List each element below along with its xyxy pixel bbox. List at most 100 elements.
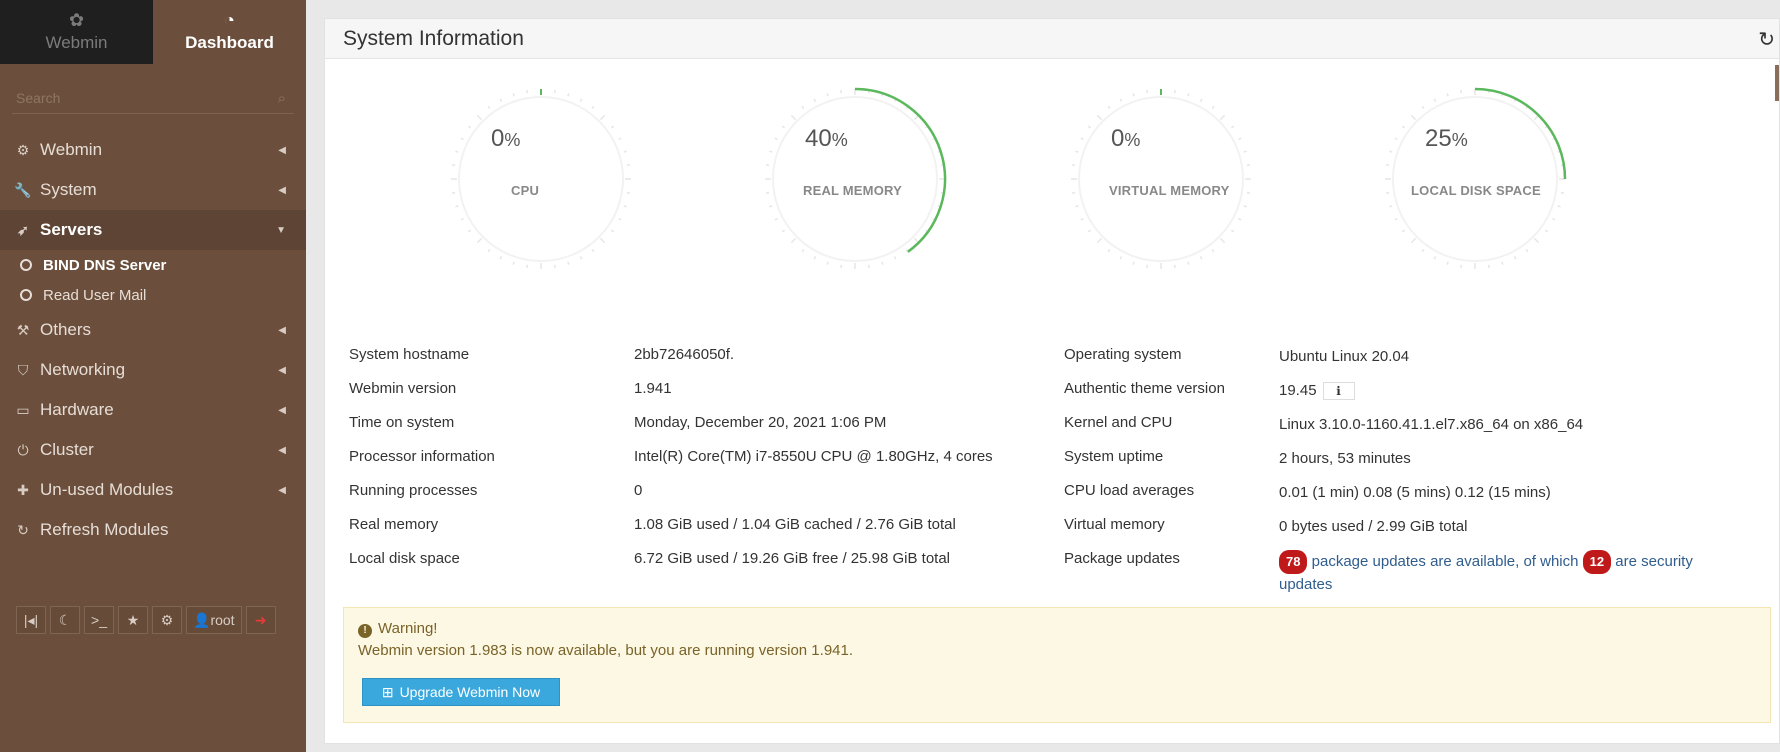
gauge-track [1392,96,1558,262]
gauge-virtual-memory: 0% VIRTUAL MEMORY [1061,79,1261,279]
sidebar-subitem-bind-dns[interactable]: BIND DNS Server [0,250,306,280]
gauge-tick [769,205,773,208]
logout-button[interactable]: ➜ [245,606,276,634]
security-count-badge: 12 [1582,550,1612,574]
gauge-tick [1238,137,1242,141]
search-input[interactable] [12,86,252,110]
gauge-tick [1087,125,1092,129]
gauge-tick [1501,261,1504,265]
gauge-track [772,96,938,262]
gauge-tick [801,105,805,110]
gauge-tick [1087,229,1092,233]
gauge-tick [1107,105,1111,110]
caret-left-icon: ◀ [278,364,286,376]
tab-dashboard-label: Dashboard [185,33,274,52]
gauge-tick [1096,237,1103,244]
upgrade-icon: ⊞ [381,683,394,700]
gauge-tick [499,98,503,102]
upgrade-webmin-button[interactable]: ⊞ Upgrade Webmin Now [362,678,560,706]
sidebar-item-cluster[interactable]: ⏻ Cluster ◀ [0,430,306,470]
gauge-tick [1080,217,1084,221]
gauge-value-number: 0 [1111,125,1125,152]
gauge-tick [1187,93,1190,97]
gauge-tick [610,229,615,233]
settings-button[interactable]: ⚙ [152,606,182,634]
warning-title-text: Warning! [378,620,438,637]
sidebar-item-networking[interactable]: ⛉ Networking ◀ [0,350,306,390]
gauge-tick [1243,205,1247,208]
info-row: Webmin version 1.941 Authentic theme ver… [349,380,1769,414]
webmin-logo-icon: ✿ [68,10,85,30]
terminal-button[interactable]: >_ [84,606,114,634]
refresh-icon[interactable]: ↻ [1758,27,1775,52]
theme-version: 19.45 [1279,382,1317,399]
sidebar-item-refresh-modules[interactable]: ↻ Refresh Modules [0,510,306,550]
user-button[interactable]: 👤 root [186,606,242,634]
info-row: Processor information Intel(R) Core(TM) … [349,448,1769,482]
search-icon[interactable]: ⌕ [278,90,286,107]
time-link[interactable]: Monday, December 20, 2021 1:06 PM [634,414,886,431]
gauge-tick [460,137,464,141]
gauge-tick [1230,229,1235,233]
caret-left-icon: ◀ [278,324,286,336]
gauge-tick [1080,137,1084,141]
sidebar-item-unused-modules[interactable]: ✚ Un-used Modules ◀ [0,470,306,510]
gauge-value-number: 25 [1425,125,1452,152]
info-circle-icon[interactable]: ℹ [1322,382,1355,400]
sidebar-item-servers[interactable]: ➶ Servers ▼ [0,210,306,250]
gauge-real-memory: 40% REAL MEMORY [755,79,955,279]
tab-webmin[interactable]: ✿ Webmin [0,0,153,64]
gauge-tick [512,93,515,97]
gauge-tick [1075,205,1079,208]
sidebar-bottom-toolbar: |◂| ☾ >_ ★ ⚙ 👤 root ➜ [16,606,276,634]
tab-dashboard[interactable]: ◔ Dashboard [153,0,306,64]
sidebar-item-others[interactable]: ⚒ Others ◀ [0,310,306,350]
gauge-tick [467,125,472,129]
info-value: 6.72 GiB used / 19.26 GiB free / 25.98 G… [634,550,951,567]
info-key: Running processes [349,482,478,499]
gauge-tick [1394,217,1398,221]
night-mode-button[interactable]: ☾ [50,606,80,634]
gauge-tick [455,150,459,153]
sidebar-item-label: Cluster [40,440,94,459]
gauge-percent-sign: % [1451,130,1468,150]
package-updates-link[interactable]: package updates are available, of which [1312,553,1579,570]
gauge-tick [579,256,583,260]
info-key: CPU load averages [1064,482,1195,499]
info-key: Real memory [349,516,439,533]
hostname-link[interactable]: 2bb72646050f. [634,346,734,363]
gauge-progress-arc [1474,87,1567,180]
info-value: Linux 3.10.0-1160.41.1.el7.x86_64 on x86… [1279,416,1584,433]
sidebar-item-system[interactable]: 🔧 System ◀ [0,170,306,210]
warning-text: Webmin version 1.983 is now available, b… [358,642,854,659]
gauge-value: 25% [1425,125,1468,153]
gauge-tick [618,137,622,141]
sidebar-item-label: Webmin [40,140,103,159]
gauge-tick [1433,98,1437,102]
caret-left-icon: ◀ [278,484,286,496]
sidebar-item-webmin[interactable]: ⚙ Webmin ◀ [0,130,306,170]
gauge-tick [1552,217,1556,221]
gauge-value: 40% [805,125,848,153]
gauge-tick [1513,256,1517,260]
toggle-sidebar-button[interactable]: |◂| [16,606,46,634]
gauge-tick [881,261,884,265]
sidebar-item-label: Servers [40,220,103,239]
running-processes-link[interactable]: 0 [634,482,642,499]
uptime-link[interactable]: 2 hours, 53 minutes [1279,448,1719,470]
puzzle-icon: ✚ [17,481,29,498]
info-value: 1.08 GiB used / 1.04 GiB cached / 2.76 G… [634,516,956,533]
sidebar-subitem-read-user-mail[interactable]: Read User Mail [0,280,306,310]
gauge-tick [476,114,483,121]
gauge-value: 0% [491,125,520,153]
gauge-tick [1410,114,1417,121]
info-value: 0 bytes used / 2.99 GiB total [1279,518,1468,535]
sidebar-item-label: Others [40,320,92,339]
gauge-tick [476,237,483,244]
sidebar-item-label: Hardware [40,400,114,419]
panel-title: System Information [343,26,524,50]
gauge-tick [623,205,627,208]
gauge-tick [1557,205,1561,208]
favorites-button[interactable]: ★ [118,606,148,634]
sidebar-item-hardware[interactable]: ▭ Hardware ◀ [0,390,306,430]
